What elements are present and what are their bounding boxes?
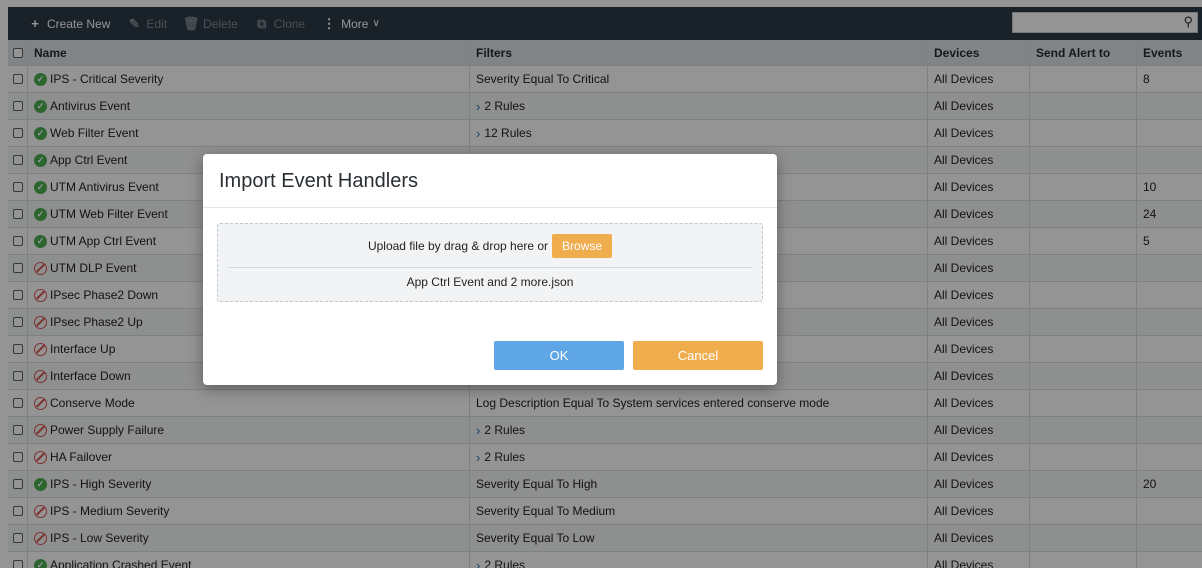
cancel-button[interactable]: Cancel	[633, 341, 763, 370]
dialog-title: Import Event Handlers	[219, 170, 418, 192]
drop-zone-divider	[228, 267, 752, 268]
selected-file-name: App Ctrl Event and 2 more.json	[406, 275, 574, 289]
drop-zone-prompt: Upload file by drag & drop here or Brows…	[218, 234, 762, 258]
event-handler-page: + Create New ✎ Edit 🗑 Delete ⧉ Clone ⋮ M…	[0, 0, 1202, 568]
file-drop-zone[interactable]: Upload file by drag & drop here or Brows…	[217, 223, 763, 302]
upload-instruction: Upload file by drag & drop here or	[367, 239, 549, 253]
dialog-divider	[203, 207, 777, 208]
import-event-handlers-dialog: Import Event Handlers Upload file by dra…	[203, 154, 777, 385]
ok-button[interactable]: OK	[494, 341, 624, 370]
browse-button[interactable]: Browse	[552, 234, 613, 258]
